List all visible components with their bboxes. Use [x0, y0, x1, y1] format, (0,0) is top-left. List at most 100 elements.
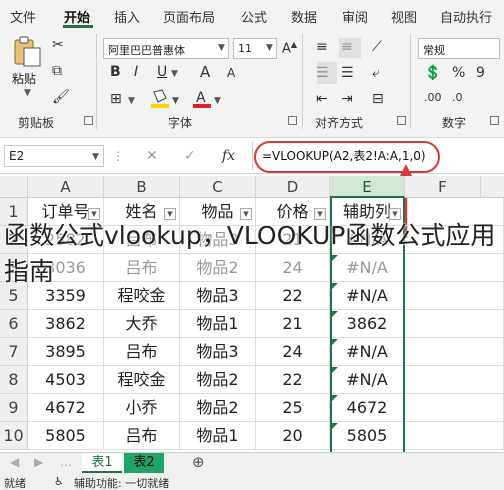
- table-cell[interactable]: 物品1: [180, 310, 256, 338]
- menu-insert[interactable]: 插入: [114, 7, 140, 26]
- table-cell[interactable]: [405, 310, 504, 338]
- column-header-c[interactable]: C: [180, 176, 256, 198]
- table-cell[interactable]: 吕布: [104, 422, 180, 450]
- currency-icon[interactable]: 💲: [424, 66, 441, 80]
- row-header[interactable]: 7: [0, 338, 28, 366]
- table-cell[interactable]: 物品2: [180, 366, 256, 394]
- row-header[interactable]: 6: [0, 310, 28, 338]
- menu-review[interactable]: 审阅: [342, 7, 368, 26]
- cut-icon[interactable]: ✂: [52, 38, 64, 52]
- table-cell[interactable]: [405, 394, 504, 422]
- column-header-d[interactable]: D: [256, 176, 330, 198]
- table-cell[interactable]: [405, 338, 504, 366]
- add-sheet-icon[interactable]: ⊕: [192, 455, 205, 470]
- align-top-icon[interactable]: ≡: [316, 40, 328, 54]
- font-color-dropdown-icon[interactable]: ▼: [214, 96, 221, 106]
- menu-file[interactable]: 文件: [10, 7, 36, 26]
- column-header-a[interactable]: A: [28, 176, 104, 198]
- table-cell[interactable]: 5805: [28, 422, 104, 450]
- more-sheets-icon[interactable]: …: [60, 456, 72, 468]
- accessibility-icon[interactable]: ♿: [54, 475, 64, 488]
- italic-icon[interactable]: I: [134, 65, 138, 79]
- orientation-icon[interactable]: ⟋: [372, 40, 382, 54]
- grow-font-icon[interactable]: A: [200, 65, 210, 80]
- table-cell[interactable]: 吕布: [104, 338, 180, 366]
- fill-color-dropdown-icon[interactable]: ▼: [172, 96, 179, 106]
- alignment-launcher-icon[interactable]: [397, 116, 406, 125]
- format-painter-icon[interactable]: 🖌: [52, 90, 70, 104]
- menu-view[interactable]: 视图: [391, 7, 417, 26]
- table-cell[interactable]: 物品3: [180, 338, 256, 366]
- font-launcher-icon[interactable]: [288, 116, 297, 125]
- sheet-tab-1[interactable]: 表1: [82, 453, 122, 473]
- next-sheet-icon[interactable]: ▶: [34, 456, 43, 468]
- increase-indent-icon[interactable]: ⇥: [341, 92, 353, 106]
- table-cell[interactable]: 20: [256, 422, 330, 450]
- name-box-dropdown-icon[interactable]: ▼: [92, 152, 99, 162]
- formula-bar-drag-icon[interactable]: ⋮: [112, 150, 124, 162]
- row-header[interactable]: 10: [0, 422, 28, 450]
- fill-color-icon[interactable]: [150, 88, 170, 110]
- font-size-dropdown-icon[interactable]: ▼: [266, 43, 273, 53]
- menu-data[interactable]: 数据: [291, 7, 317, 26]
- select-all-corner[interactable]: [0, 176, 28, 198]
- paste-icon[interactable]: [12, 36, 42, 68]
- increase-decimal-icon[interactable]: .00: [424, 92, 442, 103]
- name-box[interactable]: E2: [4, 145, 104, 167]
- decrease-decimal-icon[interactable]: .0: [452, 92, 463, 103]
- menu-formulas[interactable]: 公式: [241, 7, 267, 26]
- table-cell[interactable]: 21: [256, 310, 330, 338]
- font-name-select[interactable]: 阿里巴巴普惠体: [103, 38, 229, 59]
- menu-home[interactable]: 开始: [64, 7, 90, 26]
- table-cell[interactable]: 24: [256, 338, 330, 366]
- column-header-b[interactable]: B: [104, 176, 180, 198]
- insert-function-icon[interactable]: fx: [222, 149, 235, 163]
- table-cell[interactable]: 物品1: [180, 422, 256, 450]
- menu-page-layout[interactable]: 页面布局: [163, 7, 215, 26]
- prev-sheet-icon[interactable]: ◀: [10, 456, 19, 468]
- merge-center-icon[interactable]: ⊟: [372, 92, 384, 106]
- row-header[interactable]: 9: [0, 394, 28, 422]
- column-header-f[interactable]: F: [405, 176, 481, 198]
- decrease-indent-icon[interactable]: ⇤: [316, 92, 328, 106]
- menu-automate[interactable]: 自动执行: [440, 7, 492, 26]
- number-format-select[interactable]: 常规: [418, 38, 500, 59]
- table-cell[interactable]: 4672: [28, 394, 104, 422]
- font-name-dropdown-icon[interactable]: ▼: [218, 43, 225, 53]
- borders-dropdown-icon[interactable]: ▼: [128, 96, 135, 106]
- underline-dropdown-icon[interactable]: ▼: [171, 69, 178, 79]
- comma-style-icon[interactable]: 9: [476, 66, 485, 80]
- table-cell[interactable]: [405, 366, 504, 394]
- align-center-icon[interactable]: [317, 62, 337, 84]
- table-cell[interactable]: 3862: [28, 310, 104, 338]
- copy-icon[interactable]: ⧉: [52, 64, 62, 78]
- table-cell[interactable]: 程咬金: [104, 366, 180, 394]
- table-cell[interactable]: 22: [256, 366, 330, 394]
- underline-icon[interactable]: U: [157, 65, 167, 79]
- table-cell[interactable]: 4503: [28, 366, 104, 394]
- table-cell[interactable]: 25: [256, 394, 330, 422]
- align-bottom-icon[interactable]: [339, 38, 361, 58]
- table-cell[interactable]: [405, 422, 504, 450]
- font-color-icon[interactable]: A: [192, 88, 212, 110]
- row-header[interactable]: 8: [0, 366, 28, 394]
- wrap-text-icon[interactable]: ⤶: [372, 66, 380, 80]
- number-launcher-icon[interactable]: [490, 116, 499, 125]
- bold-icon[interactable]: B: [110, 65, 121, 79]
- borders-icon[interactable]: ⊞: [110, 92, 122, 106]
- cancel-icon[interactable]: ✕: [146, 149, 158, 163]
- status-accessibility[interactable]: 辅助功能: 一切就绪: [74, 475, 169, 490]
- paste-dropdown-icon[interactable]: ▼: [24, 88, 31, 98]
- percent-icon[interactable]: %: [452, 66, 465, 80]
- table-cell[interactable]: 大乔: [104, 310, 180, 338]
- column-header-e[interactable]: E: [330, 176, 405, 198]
- sheet-tab-2[interactable]: 表2: [124, 453, 164, 473]
- table-cell[interactable]: 3895: [28, 338, 104, 366]
- table-cell[interactable]: 小乔: [104, 394, 180, 422]
- paste-button-label[interactable]: 粘贴: [12, 70, 36, 87]
- enter-icon[interactable]: ✓: [184, 149, 196, 163]
- increase-font-icon[interactable]: A▲: [282, 41, 297, 56]
- align-right-icon[interactable]: ☰: [341, 66, 354, 80]
- table-cell[interactable]: 物品2: [180, 394, 256, 422]
- clipboard-launcher-icon[interactable]: [84, 116, 93, 125]
